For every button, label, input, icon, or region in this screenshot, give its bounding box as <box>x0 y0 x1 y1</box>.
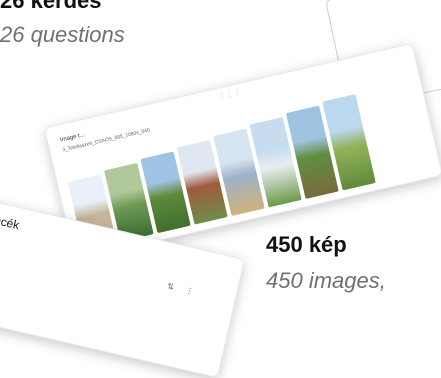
image-count-stat: 450 kép <box>266 232 347 257</box>
more-icon[interactable]: ⋮ <box>185 286 195 297</box>
image-count-subtitle: 450 images, <box>266 268 386 293</box>
front-card-actions: ⇅ ⋮ <box>166 282 194 297</box>
image-thumbnail-strip <box>63 94 376 251</box>
drag-handle-icon[interactable]: ⋮⋮⋮ <box>218 88 243 101</box>
front-card-title: ncék <box>0 212 21 233</box>
reorder-icon[interactable]: ⇅ <box>166 282 175 292</box>
question-count-subtitle: 26 questions <box>0 22 125 47</box>
question-count-heading: 26 kérdés <box>0 0 102 13</box>
